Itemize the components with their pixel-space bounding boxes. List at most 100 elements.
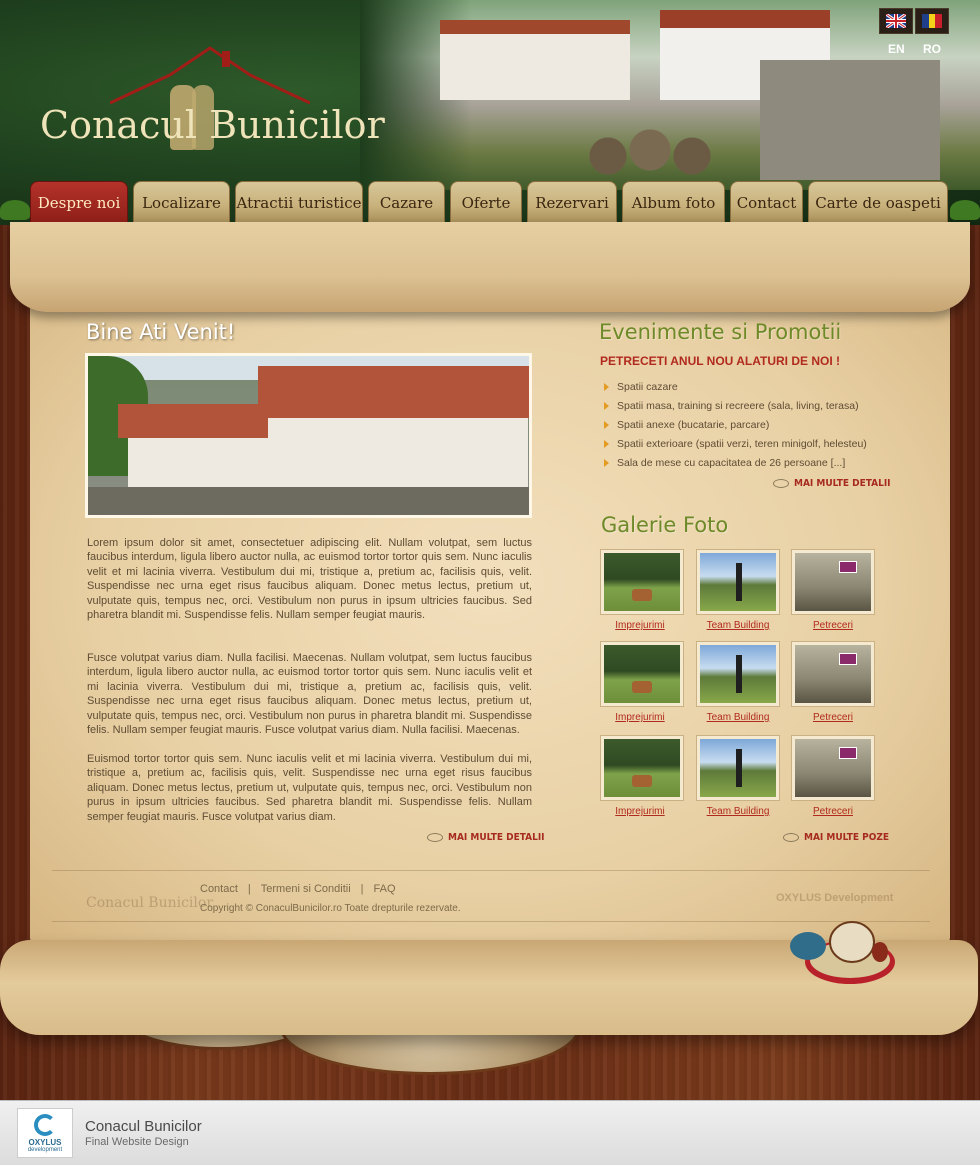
events-list-item: Sala de mese cu capacitatea de 26 persoa… [604, 453, 867, 472]
party-room-photo [795, 645, 871, 703]
presentation-subtitle: Final Website Design [85, 1136, 189, 1148]
photo-ground [88, 487, 529, 515]
nav-despre-noi[interactable]: Despre noi [30, 181, 128, 223]
events-list-item: Spatii cazare [604, 377, 867, 396]
events-list-item: Spatii exterioare (spatii verzi, teren m… [604, 434, 867, 453]
footer-link-faq[interactable]: FAQ [374, 883, 396, 895]
footer-links: Contact | Termeni si Conditii | FAQ [200, 883, 396, 895]
gallery-label-petreceri[interactable]: Petreceri [788, 620, 878, 631]
gallery-label-team-building[interactable]: Team Building [693, 712, 783, 723]
bullet-arrow-icon [604, 401, 609, 410]
footer-dev-watermark[interactable]: OXYLUS Development [776, 892, 893, 904]
nav-rezervari[interactable]: Rezervari [527, 181, 617, 223]
header-logs [580, 120, 720, 180]
party-room-photo [795, 739, 871, 797]
gallery-thumb-team-building[interactable] [696, 549, 780, 615]
lang-ro-button[interactable] [915, 8, 949, 34]
bullet-arrow-icon [604, 458, 609, 467]
gallery-thumb-imprejurimi[interactable] [600, 641, 684, 707]
uk-flag-icon [886, 14, 906, 28]
bicycle-icon [783, 833, 799, 842]
logo-text: Conacul Bunicilor [40, 103, 385, 147]
nav-cazare[interactable]: Cazare [368, 181, 445, 223]
header-stone-wall [760, 60, 940, 180]
presentation-title: Conacul Bunicilor [85, 1118, 202, 1135]
gallery-label-imprejurimi[interactable]: Imprejurimi [595, 712, 685, 723]
leaf-decoration-right [950, 200, 980, 220]
footer-separator: | [247, 883, 251, 895]
lang-en-label[interactable]: EN [888, 42, 905, 56]
bullet-arrow-icon [604, 382, 609, 391]
header-house-left [440, 20, 630, 100]
gallery-more-link[interactable]: MAI MULTE POZE [783, 832, 889, 843]
nav-contact[interactable]: Contact [730, 181, 803, 223]
nav-oferte[interactable]: Oferte [450, 181, 522, 223]
photo-roof-left [118, 404, 268, 438]
nav-localizare[interactable]: Localizare [133, 181, 230, 223]
gallery-label-team-building[interactable]: Team Building [693, 620, 783, 631]
gallery-thumb-imprejurimi[interactable] [600, 549, 684, 615]
events-more-label: MAI MULTE DETALII [794, 478, 891, 489]
bicycle-icon [773, 479, 789, 488]
gallery-thumb-petreceri[interactable] [791, 549, 875, 615]
gallery-label-petreceri[interactable]: Petreceri [788, 712, 878, 723]
photo-roof-right [258, 366, 529, 418]
nav-carte-de-oaspeti[interactable]: Carte de oaspeti [808, 181, 948, 223]
welcome-photo [85, 353, 532, 518]
events-subtitle: PETRECETI ANUL NOU ALATURI DE NOI ! [600, 354, 840, 368]
oxylus-badge-name: OXYLUS [28, 1137, 62, 1147]
gallery-label-imprejurimi[interactable]: Imprejurimi [595, 620, 685, 631]
events-list: Spatii cazare Spatii masa, training si r… [604, 377, 867, 472]
nav-atractii-turistice[interactable]: Atractii turistice [235, 181, 363, 223]
team-building-photo [700, 645, 776, 703]
welcome-more-link[interactable]: MAI MULTE DETALII [427, 832, 545, 843]
team-building-photo [700, 553, 776, 611]
welcome-title: Bine Ati Venit! [86, 320, 236, 344]
events-more-link[interactable]: MAI MULTE DETALII [773, 478, 891, 489]
oxylus-badge-sub: development [27, 1146, 63, 1153]
footer-link-termeni[interactable]: Termeni si Conditii [261, 883, 351, 895]
site-logo[interactable]: Conacul Bunicilor [40, 45, 385, 155]
cow-meadow-photo [604, 553, 680, 611]
gallery-thumb-team-building[interactable] [696, 735, 780, 801]
gallery-thumb-imprejurimi[interactable] [600, 735, 684, 801]
romania-flag-icon [922, 14, 942, 28]
events-title: Evenimente si Promotii [599, 320, 842, 344]
photo-wall-right [268, 418, 528, 488]
oxylus-badge[interactable]: OXYLUS development [17, 1108, 73, 1158]
pottery-decoration-icon [790, 921, 895, 984]
leaf-decoration-left [0, 200, 30, 220]
scroll-roll-top [10, 222, 970, 312]
gallery-label-imprejurimi[interactable]: Imprejurimi [595, 806, 685, 817]
welcome-paragraph-3: Euismod tortor tortor quis sem. Nunc iac… [87, 753, 532, 823]
footer-copyright: Copyright © ConaculBunicilor.ro Toate dr… [200, 903, 461, 914]
bicycle-icon [427, 833, 443, 842]
bullet-arrow-icon [604, 420, 609, 429]
footer-logo[interactable]: Conacul Bunicilor [86, 895, 213, 911]
gallery-thumb-team-building[interactable] [696, 641, 780, 707]
welcome-more-label: MAI MULTE DETALII [448, 832, 545, 843]
gallery-more-label: MAI MULTE POZE [804, 832, 890, 843]
gallery-thumb-petreceri[interactable] [791, 735, 875, 801]
party-room-photo [795, 553, 871, 611]
events-list-item: Spatii anexe (bucatarie, parcare) [604, 415, 867, 434]
footer-separator: | [360, 883, 364, 895]
lang-ro-label[interactable]: RO [923, 42, 941, 56]
gallery-label-petreceri[interactable]: Petreceri [788, 806, 878, 817]
events-list-item: Spatii masa, training si recreere (sala,… [604, 396, 867, 415]
nav-album-foto[interactable]: Album foto [622, 181, 725, 223]
team-building-photo [700, 739, 776, 797]
oxylus-logo-icon [34, 1113, 56, 1136]
footer-link-contact[interactable]: Contact [200, 883, 238, 895]
lang-en-button[interactable] [879, 8, 913, 34]
welcome-paragraph-2: Fusce volutpat varius diam. Nulla facili… [87, 652, 532, 737]
bullet-arrow-icon [604, 439, 609, 448]
main-nav: Despre noi Localizare Atractii turistice… [0, 180, 980, 224]
gallery-thumb-petreceri[interactable] [791, 641, 875, 707]
cow-meadow-photo [604, 645, 680, 703]
photo-wall-left [128, 438, 268, 488]
cow-meadow-photo [604, 739, 680, 797]
gallery-title: Galerie Foto [601, 513, 729, 537]
gallery-label-team-building[interactable]: Team Building [693, 806, 783, 817]
welcome-paragraph-1: Lorem ipsum dolor sit amet, consectetuer… [87, 537, 532, 622]
